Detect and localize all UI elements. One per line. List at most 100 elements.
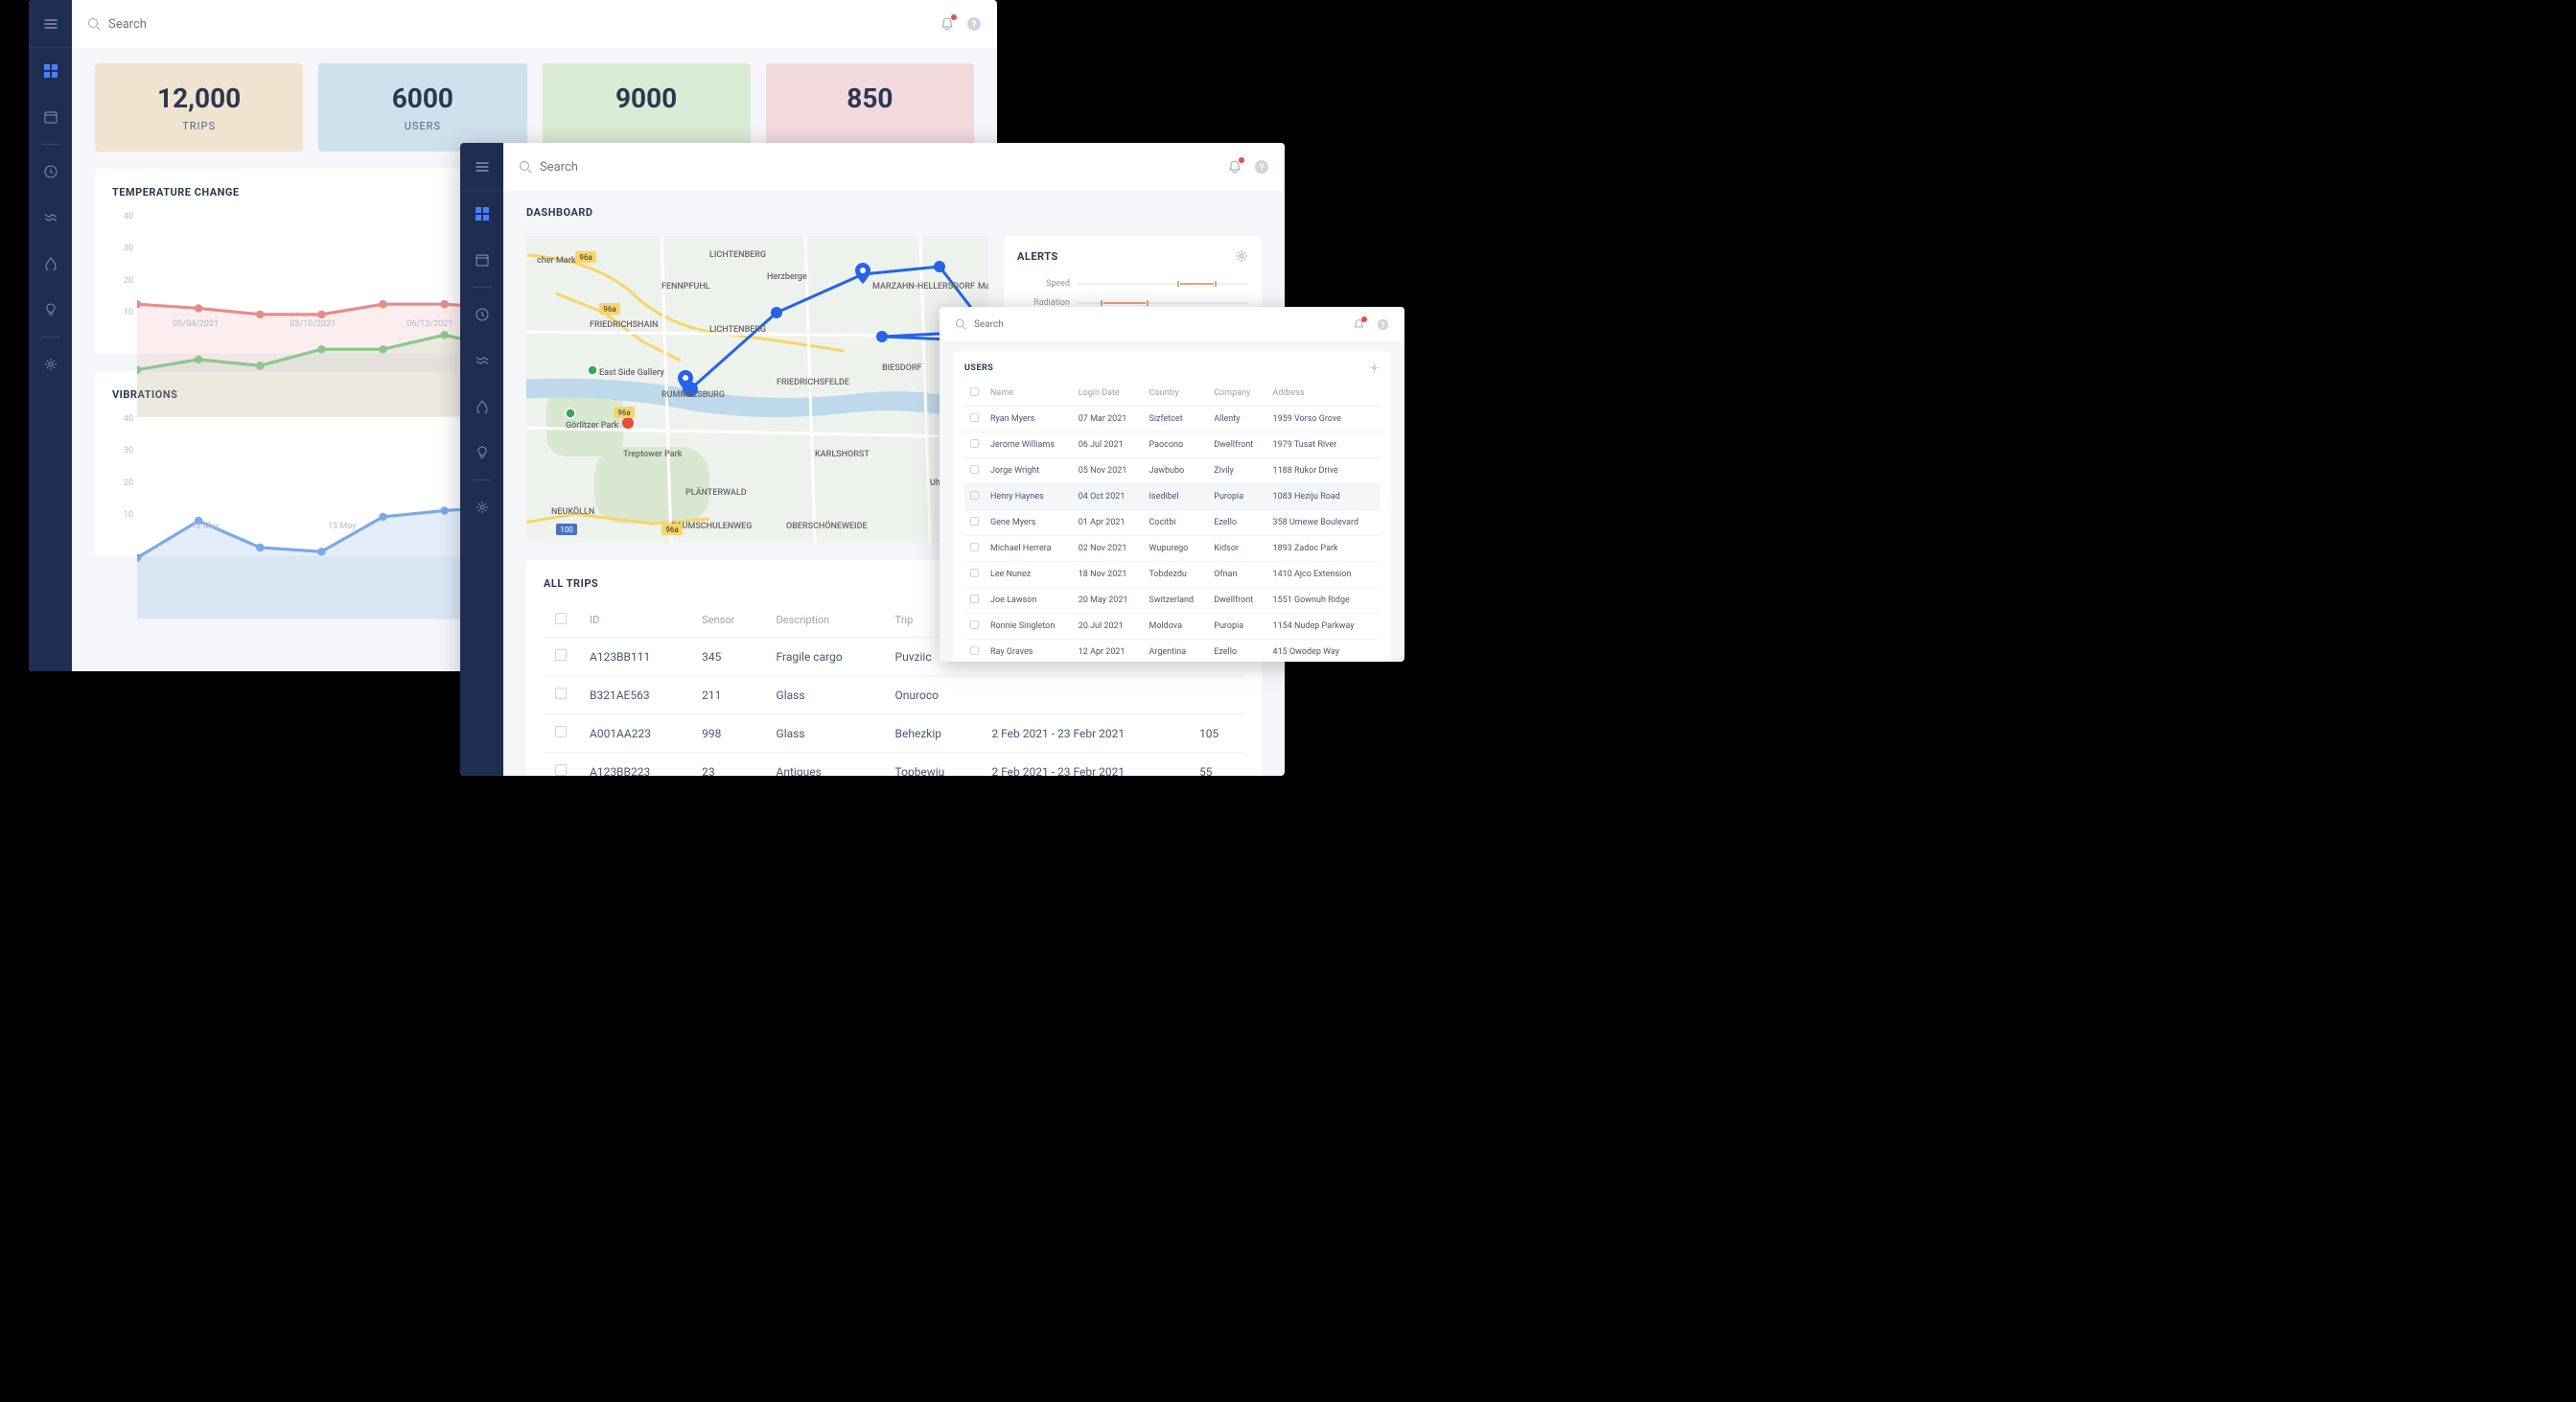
nav-dashboard[interactable] <box>29 48 72 94</box>
menu-toggle[interactable] <box>460 143 503 191</box>
cell-date: 20 Jul 2021 <box>1073 614 1144 640</box>
svg-text:Mahl: Mahl <box>978 282 988 292</box>
map[interactable]: cher Markt LICHTENBERG Herzberge MARZAHN… <box>526 236 988 543</box>
content: USERS Name Login Date Country Company Ad… <box>940 341 1404 662</box>
nav-settings[interactable] <box>29 341 72 387</box>
svg-text:?: ? <box>1381 319 1384 329</box>
search-input[interactable] <box>974 319 1166 330</box>
nav-waves[interactable] <box>29 195 72 241</box>
checkbox-all[interactable] <box>555 613 567 624</box>
row-checkbox[interactable] <box>970 413 979 422</box>
row-checkbox[interactable] <box>555 726 567 737</box>
cell-country: Argentina <box>1143 640 1208 663</box>
help-button[interactable]: ? <box>1254 159 1269 175</box>
road-badge: 96a <box>661 524 683 535</box>
table-row[interactable]: Ray Graves12 Apr 2021ArgentinaEzello415 … <box>964 640 1380 663</box>
row-checkbox[interactable] <box>970 439 979 448</box>
row-checkbox[interactable] <box>970 646 979 655</box>
row-checkbox[interactable] <box>970 517 979 526</box>
notifications-button[interactable] <box>1227 159 1242 175</box>
table-row[interactable]: Lee Nunez18 Nov 2021TobdezduOfnan1410 Aj… <box>964 562 1380 588</box>
table-row[interactable]: Michael Herrera02 Nov 2021WupuregoKidsor… <box>964 536 1380 562</box>
column-header[interactable]: Address <box>1267 381 1380 407</box>
column-header[interactable]: Country <box>1143 381 1208 407</box>
nav-calendar[interactable] <box>460 237 503 283</box>
row-checkbox[interactable] <box>555 764 567 776</box>
stat-label: USERS <box>337 120 507 132</box>
svg-text:FRIEDRICHSFELDE: FRIEDRICHSFELDE <box>777 378 849 387</box>
cell-date: 20 May 2021 <box>1073 588 1144 614</box>
table-row[interactable]: A123BB22323AntiquesTopbewju2 Feb 2021 - … <box>544 753 1244 777</box>
nav-clock[interactable] <box>460 292 503 338</box>
table-row[interactable]: Gene Myers01 Apr 2021CocitbiEzello358 Um… <box>964 510 1380 536</box>
search-input[interactable] <box>540 160 731 175</box>
nav-settings[interactable] <box>460 484 503 530</box>
row-checkbox[interactable] <box>970 465 979 474</box>
divider <box>473 479 492 480</box>
road-badge: 100 <box>556 524 577 535</box>
nav-waves[interactable] <box>460 338 503 384</box>
row-checkbox[interactable] <box>970 620 979 629</box>
table-row[interactable]: Joe Lawson20 May 2021SwitzerlandDwellfro… <box>964 588 1380 614</box>
search-input[interactable] <box>108 17 300 32</box>
column-header[interactable]: Description <box>765 603 884 638</box>
table-row[interactable]: B321AE563211GlassOnuroco <box>544 676 1244 714</box>
users-panel: USERS Name Login Date Country Company Ad… <box>953 351 1391 662</box>
search-icon <box>955 318 966 330</box>
cell-sensor: 211 <box>690 676 764 714</box>
topbar: ? <box>940 307 1404 341</box>
nav-droplet[interactable] <box>29 241 72 287</box>
svg-text:cher Markt: cher Markt <box>537 256 579 266</box>
alert-label: Speed <box>1017 279 1070 289</box>
nav-dashboard[interactable] <box>460 191 503 237</box>
notifications-button[interactable] <box>940 16 955 32</box>
column-header[interactable]: Company <box>1208 381 1266 407</box>
nav-clock[interactable] <box>29 149 72 195</box>
table-row[interactable]: Ryan Myers07 Mar 2021SizfetcetAllenty195… <box>964 407 1380 432</box>
svg-text:BIESDORF: BIESDORF <box>882 363 922 373</box>
road-badge: 96a <box>614 407 635 418</box>
checkbox-all[interactable] <box>970 387 979 396</box>
row-checkbox[interactable] <box>555 688 567 699</box>
search-box[interactable] <box>955 318 1166 330</box>
table-row[interactable]: A001AA223998GlassBehezkip2 Feb 2021 - 23… <box>544 714 1244 753</box>
row-checkbox[interactable] <box>970 543 979 551</box>
table-row[interactable]: Jorge Wright05 Nov 2021JawbuboZivily1188… <box>964 458 1380 484</box>
cell-date: 02 Nov 2021 <box>1073 536 1144 562</box>
stat-label: TRIPS <box>114 120 284 132</box>
search-box[interactable] <box>87 17 300 32</box>
nav-lightbulb[interactable] <box>460 430 503 476</box>
row-checkbox[interactable] <box>970 595 979 603</box>
cell-country: Switzerland <box>1143 588 1208 614</box>
nav-droplet[interactable] <box>460 384 503 430</box>
notifications-button[interactable] <box>1353 318 1365 331</box>
svg-text:96a: 96a <box>579 253 592 262</box>
nav-lightbulb[interactable] <box>29 287 72 333</box>
column-header[interactable]: Login Date <box>1073 381 1144 407</box>
cell-date: 05 Nov 2021 <box>1073 458 1144 484</box>
cell-id: A123BB111 <box>578 638 690 676</box>
nav-calendar[interactable] <box>29 94 72 140</box>
search-box[interactable] <box>519 160 731 175</box>
column-header[interactable]: Name <box>985 381 1073 407</box>
gear-icon[interactable] <box>1369 362 1380 373</box>
sidebar <box>460 143 503 776</box>
cell-name: Gene Myers <box>985 510 1073 536</box>
table-row[interactable]: Ronnie Singleton20 Jul 2021MoldovaPuropi… <box>964 614 1380 640</box>
help-button[interactable]: ? <box>1377 318 1389 331</box>
gear-icon[interactable] <box>1235 249 1248 263</box>
row-checkbox[interactable] <box>555 649 567 661</box>
row-checkbox[interactable] <box>970 491 979 500</box>
table-row[interactable]: Henry Haynes04 Oct 2021IsedibelPuropia10… <box>964 484 1380 510</box>
column-header[interactable]: ID <box>578 603 690 638</box>
menu-toggle[interactable] <box>29 0 72 48</box>
cell-country: Sizfetcet <box>1143 407 1208 432</box>
alert-track <box>1078 283 1248 285</box>
row-checkbox[interactable] <box>970 569 979 577</box>
column-header[interactable]: Sensor <box>690 603 764 638</box>
cell-trip: Behezkip <box>884 714 981 753</box>
svg-text:96a: 96a <box>603 305 615 314</box>
table-row[interactable]: Jerome Williams06 Jul 2021PaoconoDwellfr… <box>964 432 1380 458</box>
users-window: ? USERS Name Login Date Country Company … <box>940 307 1404 662</box>
help-button[interactable]: ? <box>966 16 982 32</box>
